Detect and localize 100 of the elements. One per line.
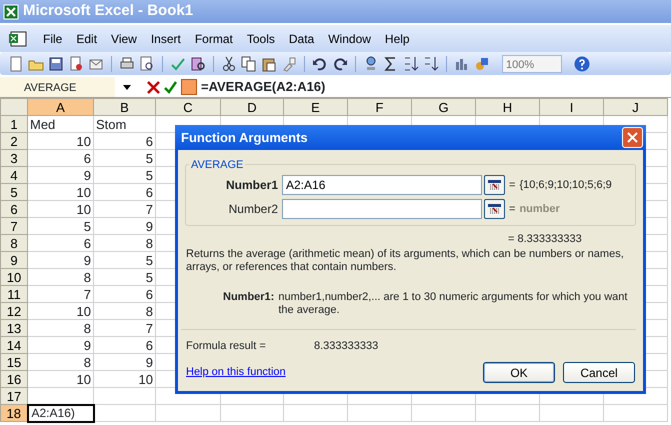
table-cell: 6 (94, 336, 156, 354)
sort-ascending-icon[interactable] (403, 56, 419, 72)
collapse-dialog-button[interactable] (484, 175, 505, 195)
row-header[interactable]: 17 (0, 388, 28, 404)
row-header[interactable]: 11 (0, 286, 28, 302)
row-header[interactable]: 13 (0, 320, 28, 336)
column-header[interactable]: I (540, 98, 604, 116)
range-select-icon[interactable] (488, 180, 501, 190)
table-cell: 8 (94, 234, 156, 252)
column-header[interactable]: F (348, 98, 412, 116)
copy-icon[interactable] (241, 56, 257, 72)
table-cell: 6 (94, 184, 156, 200)
row-header[interactable]: 8 (0, 234, 28, 252)
save-icon[interactable] (48, 56, 64, 72)
redo-icon[interactable] (332, 56, 348, 72)
menu-item[interactable]: File (36, 30, 70, 48)
ok-button[interactable]: OK (483, 362, 555, 383)
table-cell: 7 (94, 200, 156, 218)
table-cell: 7 (94, 320, 156, 336)
dialog-title: Function Arguments (181, 128, 308, 147)
argument-label: Number2 (228, 201, 279, 218)
table-cell: 5 (94, 268, 156, 286)
table-cell: 8 (94, 302, 156, 320)
row-header[interactable]: 6 (0, 200, 28, 218)
row-header[interactable]: 1 (0, 116, 28, 132)
excel-logo-icon (3, 4, 19, 20)
equals-sign: = (509, 178, 516, 193)
table-cell: 9 (94, 354, 156, 370)
workbook-icon[interactable] (8, 30, 28, 48)
menu-item[interactable]: Edit (69, 30, 104, 48)
cancel-icon[interactable] (147, 80, 160, 94)
table-cell: 6 (94, 132, 156, 150)
drawing-icon[interactable] (474, 56, 490, 72)
table-cell: 5 (94, 150, 156, 166)
column-header[interactable]: G (412, 98, 476, 116)
name-box[interactable]: AVERAGE (0, 77, 115, 97)
range-select-icon[interactable] (488, 204, 501, 214)
row-header[interactable]: 7 (0, 218, 28, 234)
row-header[interactable]: 2 (0, 132, 28, 150)
row-header[interactable]: 12 (0, 302, 28, 320)
column-header[interactable]: E (284, 98, 348, 116)
table-cell: Med (28, 116, 94, 132)
menu-item[interactable]: View (104, 30, 144, 48)
menu-item[interactable]: Window (321, 30, 378, 48)
equals-sign: = (509, 202, 516, 217)
column-header[interactable]: J (604, 98, 668, 116)
row-header[interactable]: 10 (0, 268, 28, 286)
row-header[interactable]: 15 (0, 354, 28, 370)
enter-check-icon[interactable] (164, 80, 177, 94)
column-header[interactable]: C (156, 98, 220, 116)
formula-text[interactable]: =AVERAGE(A2:A16) (197, 77, 326, 97)
table-cell: 9 (94, 218, 156, 234)
row-header[interactable]: 9 (0, 252, 28, 268)
help-icon[interactable] (574, 56, 590, 72)
table-cell: 6 (94, 286, 156, 302)
row-header[interactable]: 5 (0, 184, 28, 200)
help-link[interactable]: Help on this function (186, 364, 286, 381)
menu-item[interactable]: Insert (144, 30, 188, 48)
argument-result: number (519, 202, 560, 217)
table-cell: 5 (94, 252, 156, 268)
scissors-icon[interactable] (221, 56, 237, 72)
argument-result: {10;6;9;10;10;5;6;9 (519, 178, 612, 193)
row-header[interactable]: 16 (0, 370, 28, 388)
row-header[interactable]: 4 (0, 166, 28, 184)
menu-item[interactable]: Format (188, 30, 240, 48)
row-header[interactable]: 14 (0, 336, 28, 354)
table-cell: 5 (94, 166, 156, 184)
column-header[interactable]: B (94, 98, 156, 116)
research-icon[interactable] (190, 56, 206, 72)
menu-item[interactable]: Data (282, 30, 322, 48)
print-preview-icon[interactable] (139, 56, 155, 72)
argument-field[interactable] (282, 199, 482, 219)
menu-item[interactable]: Tools (240, 30, 282, 48)
paintbrush-icon[interactable] (281, 56, 297, 72)
cancel-button[interactable]: Cancel (563, 362, 635, 383)
print-icon[interactable] (119, 56, 135, 72)
menu-item[interactable]: Help (378, 30, 417, 48)
close-button[interactable] (622, 127, 643, 148)
close-icon[interactable] (627, 132, 638, 143)
argument-help-text: number1,number2,... are 1 to 30 numeric arguments for which you want the average. (278, 290, 628, 316)
corner-cell[interactable] (0, 98, 28, 116)
undo-icon[interactable] (312, 56, 328, 72)
formula-result-label: Formula result = (186, 338, 267, 354)
row-header[interactable]: 18 (0, 404, 28, 422)
column-header[interactable]: H (476, 98, 540, 116)
new-document-icon[interactable] (8, 56, 24, 72)
function-description: Returns the average (arithmetic mean) of its arguments, which can be numbers or names, arrays, or references that contain numbers. (185, 248, 625, 274)
formula-result-value: 8.333333333 (314, 338, 378, 354)
column-header[interactable]: D (220, 98, 284, 116)
paste-icon[interactable] (261, 56, 277, 72)
argument-label: Number1 (224, 177, 279, 194)
table-cell: A2:A16) (28, 404, 94, 422)
dropdown-arrow-icon[interactable] (123, 84, 131, 90)
collapse-dialog-button[interactable] (484, 199, 505, 219)
argument-field[interactable]: A2:A16 (282, 175, 482, 195)
sort-descending-icon[interactable] (423, 56, 439, 72)
column-header[interactable]: A (28, 98, 94, 116)
row-header[interactable]: 3 (0, 150, 28, 166)
argument-help-label: Number1: (223, 290, 274, 304)
function-value: = 8.333333333 (508, 232, 582, 247)
